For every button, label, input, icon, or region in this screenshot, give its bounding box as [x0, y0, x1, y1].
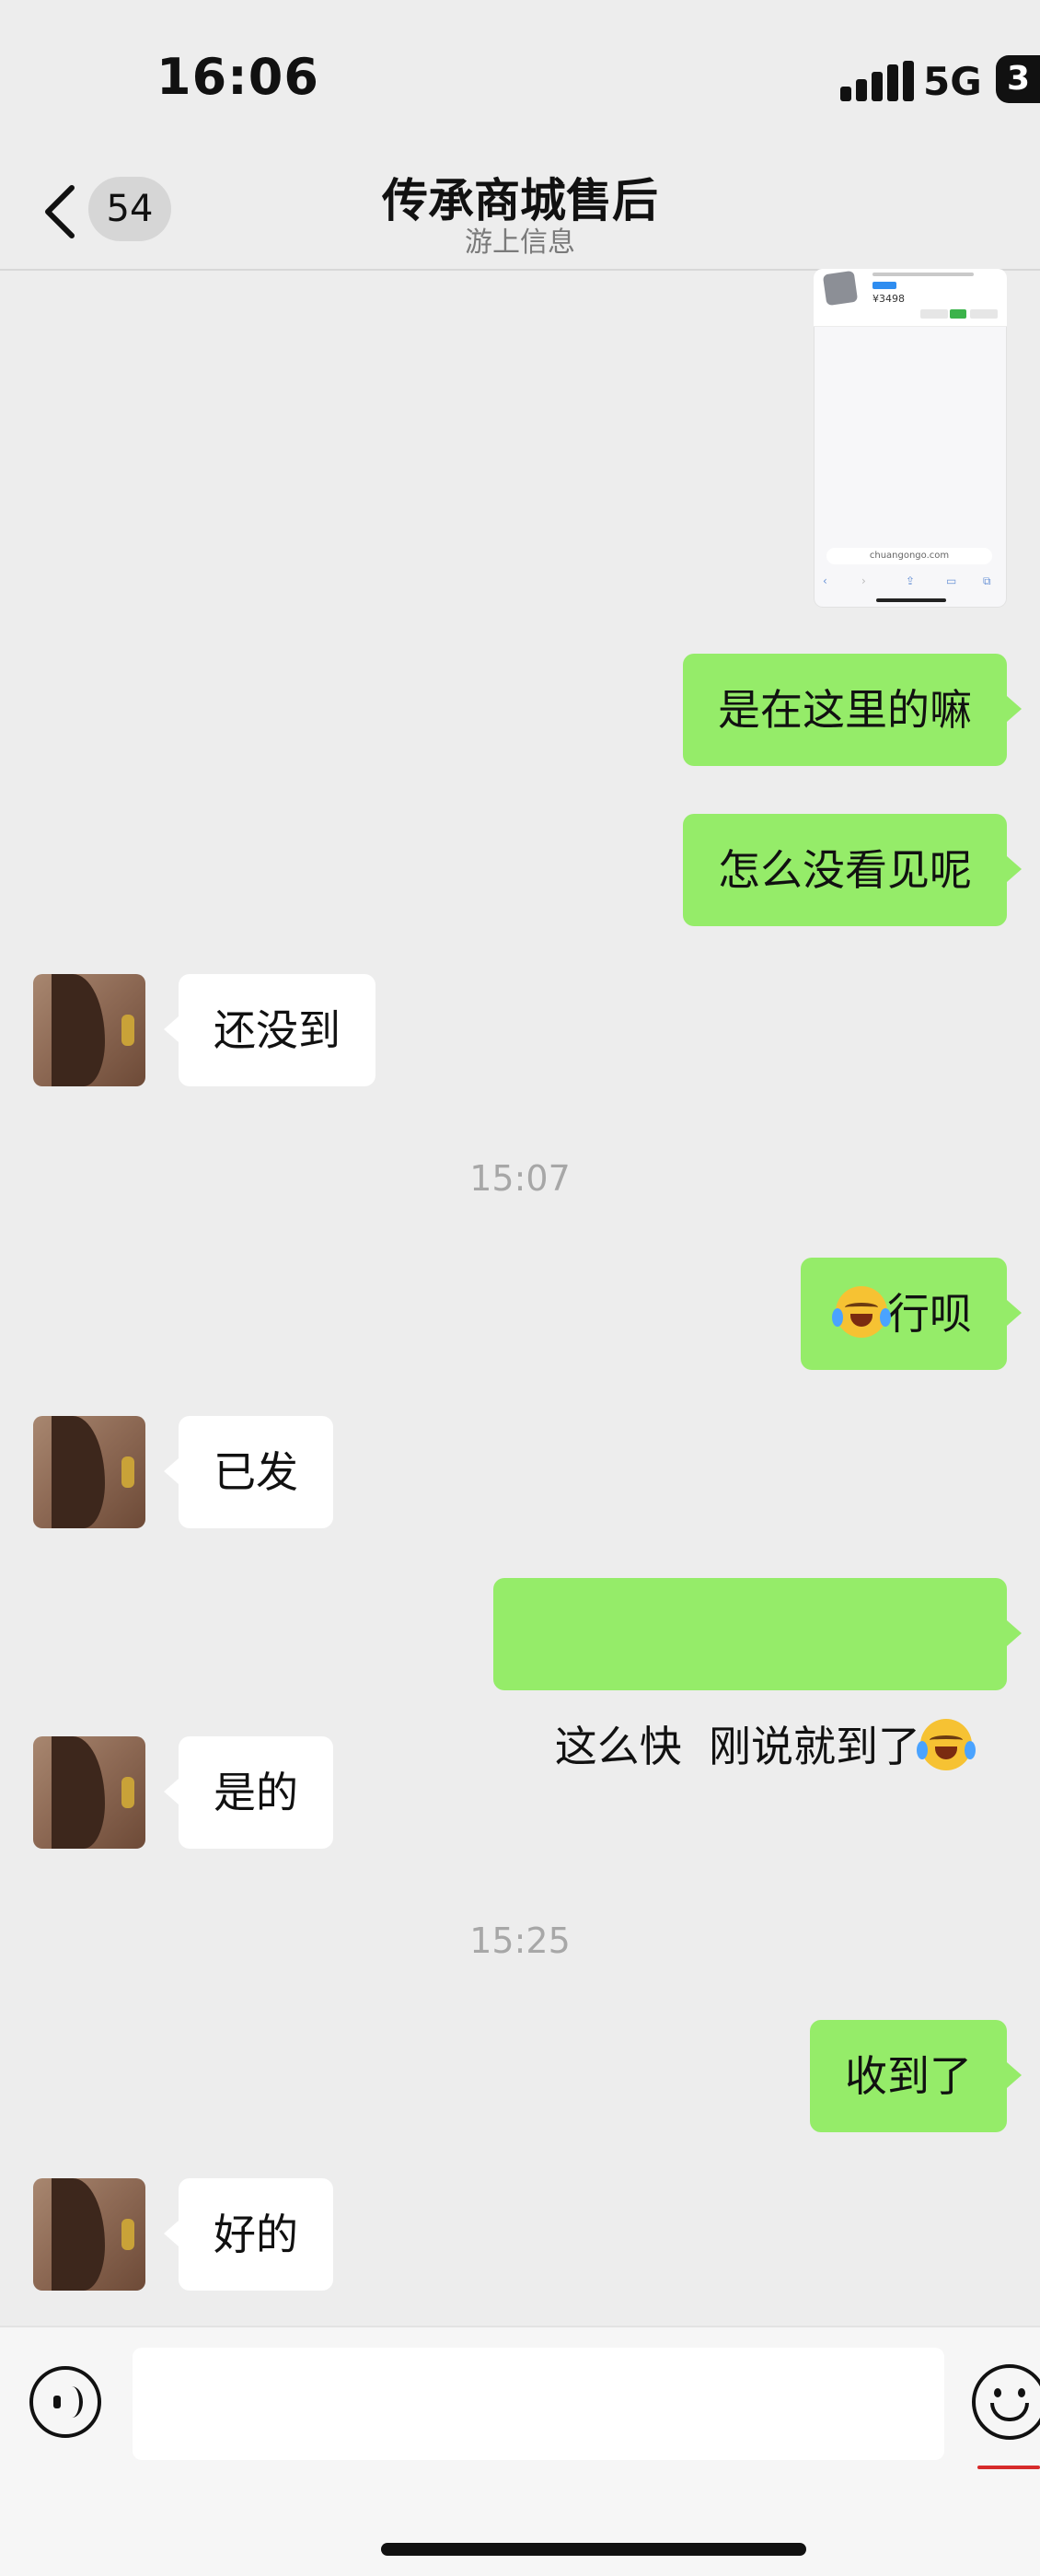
- avatar[interactable]: [33, 1416, 145, 1528]
- input-bar: [0, 2326, 1040, 2576]
- message-input[interactable]: [133, 2348, 944, 2460]
- chat-subtitle: 游上信息: [465, 226, 575, 259]
- timestamp: 15:25: [469, 1920, 571, 1961]
- message-incoming[interactable]: 是的: [164, 1736, 333, 1849]
- message-incoming[interactable]: 还没到: [164, 974, 376, 1086]
- voice-input-icon[interactable]: [29, 2366, 101, 2438]
- product-card-preview: ¥3498: [814, 269, 1007, 327]
- product-tag: [872, 282, 896, 289]
- message-text: 已发: [214, 1447, 298, 1497]
- message-text: 还没到: [214, 1005, 341, 1055]
- status-bar: 16:06 5G 3: [0, 0, 1040, 157]
- message-text: 行呗: [887, 1289, 972, 1339]
- message-text: 收到了: [845, 2051, 972, 2101]
- message-text: 是的: [214, 1768, 298, 1817]
- image-message[interactable]: ¥3498 chuangongo.com ‹ › ⇪ ▭ ⧉: [814, 269, 1007, 608]
- product-thumbnail: [822, 270, 859, 307]
- signal-icon: [840, 61, 916, 101]
- tears-of-joy-emoji-icon: [917, 1719, 976, 1770]
- message-text: 怎么没看见呢: [718, 845, 972, 895]
- home-indicator-preview: [876, 598, 946, 602]
- message-outgoing[interactable]: 是在这里的嘛: [683, 654, 1022, 766]
- browser-url-bar: chuangongo.com: [826, 548, 992, 564]
- message-outgoing[interactable]: 怎么没看见呢: [683, 814, 1022, 926]
- battery-icon: 3: [996, 55, 1040, 103]
- network-type: 5G: [923, 59, 982, 104]
- red-annotation-underline: [977, 2466, 1040, 2469]
- message-text: 是在这里的嘛: [718, 685, 972, 735]
- message-outgoing[interactable]: 收到了: [810, 2020, 1022, 2132]
- message-incoming[interactable]: 好的: [164, 2178, 333, 2291]
- avatar[interactable]: [33, 1736, 145, 1849]
- product-price: ¥3498: [872, 293, 905, 305]
- home-indicator[interactable]: [381, 2543, 806, 2556]
- emoji-picker-icon[interactable]: [972, 2364, 1040, 2440]
- message-outgoing[interactable]: 这么快 刚说就到了: [492, 1578, 1022, 1771]
- message-incoming[interactable]: 已发: [164, 1416, 333, 1528]
- chat-header: 54 传承商城售后 游上信息: [0, 157, 1040, 271]
- browser-toolbar: ‹ › ⇪ ▭ ⧉: [823, 574, 991, 587]
- avatar[interactable]: [33, 2178, 145, 2291]
- avatar[interactable]: [33, 974, 145, 1086]
- message-outgoing[interactable]: 行呗: [801, 1258, 1022, 1370]
- status-time: 16:06: [156, 48, 319, 106]
- message-text: 好的: [214, 2210, 298, 2259]
- message-text: 这么快 刚说就到了: [554, 1722, 920, 1771]
- timestamp: 15:07: [469, 1158, 571, 1199]
- tears-of-joy-emoji-icon: [832, 1286, 891, 1338]
